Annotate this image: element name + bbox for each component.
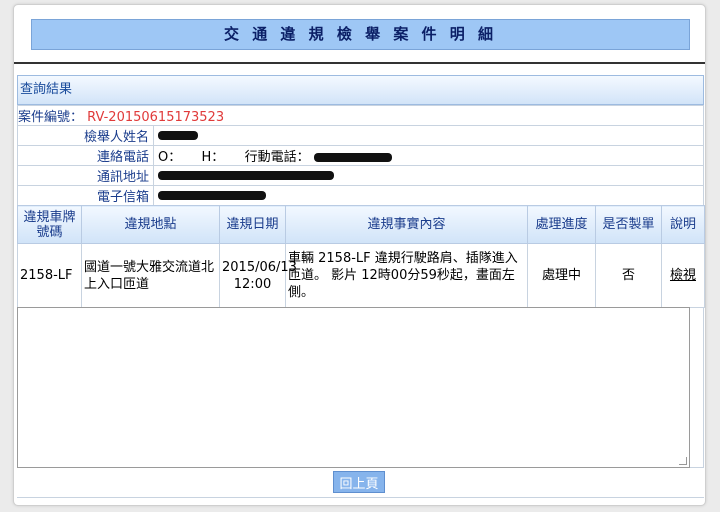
- bottom-divider: [17, 497, 704, 498]
- cell-date: 2015/06/13: [222, 259, 297, 275]
- redacted-email: [158, 191, 266, 200]
- phone-o-label: O：: [158, 150, 182, 165]
- column-header-ticketed: 是否製單: [595, 205, 662, 244]
- address-label: 通訊地址: [17, 165, 154, 186]
- violation-table: 違規車牌號碼 違規地點 違規日期 違規事實內容 處理進度 是否製單 說明 215…: [17, 205, 705, 308]
- case-number: RV-20150615173523: [87, 110, 225, 125]
- table-header-row: 違規車牌號碼 違規地點 違規日期 違規事實內容 處理進度 是否製單 說明: [17, 205, 705, 244]
- reporter-name-label: 檢舉人姓名: [17, 125, 154, 146]
- cell-datetime: 2015/06/13 12:00: [219, 243, 297, 308]
- email-row: 電子信箱: [17, 185, 704, 206]
- cell-time: 12:00: [233, 276, 272, 292]
- resize-grip-icon[interactable]: [679, 457, 687, 465]
- case-number-label: 案件編號：: [18, 110, 84, 125]
- mobile-label: 行動電話：: [244, 150, 310, 165]
- column-header-action: 說明: [661, 205, 705, 244]
- email-label: 電子信箱: [17, 185, 154, 206]
- scroll-track: [690, 307, 704, 468]
- table-row: 2158-LF 國道一號大雅交流道北上入口匝道 2015/06/13 12:00…: [17, 243, 705, 308]
- redacted-name: [158, 131, 198, 140]
- redacted-mobile: [313, 153, 392, 162]
- column-header-content: 違規事實內容: [285, 205, 528, 244]
- cell-status: 處理中: [527, 243, 596, 308]
- phone-row: 連絡電話 O： H： 行動電話：: [17, 145, 704, 166]
- address-row: 通訊地址: [17, 165, 704, 186]
- result-header: 查詢結果: [17, 75, 704, 105]
- back-button[interactable]: 回上頁: [333, 471, 385, 493]
- column-header-date: 違規日期: [219, 205, 286, 244]
- phone-h-label: H：: [201, 150, 225, 165]
- main-panel: 交 通 違 規 檢 舉 案 件 明 細 查詢結果 案件編號： RV-201506…: [13, 4, 706, 506]
- redacted-address: [158, 171, 334, 180]
- detail-textarea[interactable]: [17, 307, 690, 468]
- cell-ticketed: 否: [595, 243, 662, 308]
- reporter-name-row: 檢舉人姓名: [17, 125, 704, 146]
- reporter-info-table: 案件編號： RV-20150615173523 檢舉人姓名 連絡電話 O： H：…: [17, 105, 704, 206]
- page-title: 交 通 違 規 檢 舉 案 件 明 細: [31, 19, 690, 50]
- case-number-row: 案件編號： RV-20150615173523: [17, 105, 704, 126]
- view-link[interactable]: 檢視: [670, 268, 696, 283]
- cell-content: 車輛 2158-LF 違規行駛路肩、插隊進入匝道。 影片 12時00分59秒起，…: [285, 243, 528, 308]
- column-header-status: 處理進度: [527, 205, 596, 244]
- column-header-plate: 違規車牌號碼: [17, 205, 82, 244]
- column-header-location: 違規地點: [81, 205, 220, 244]
- cell-plate: 2158-LF: [17, 243, 82, 308]
- phone-label: 連絡電話: [17, 145, 154, 166]
- cell-location: 國道一號大雅交流道北上入口匝道: [81, 243, 220, 308]
- title-divider: [14, 62, 705, 64]
